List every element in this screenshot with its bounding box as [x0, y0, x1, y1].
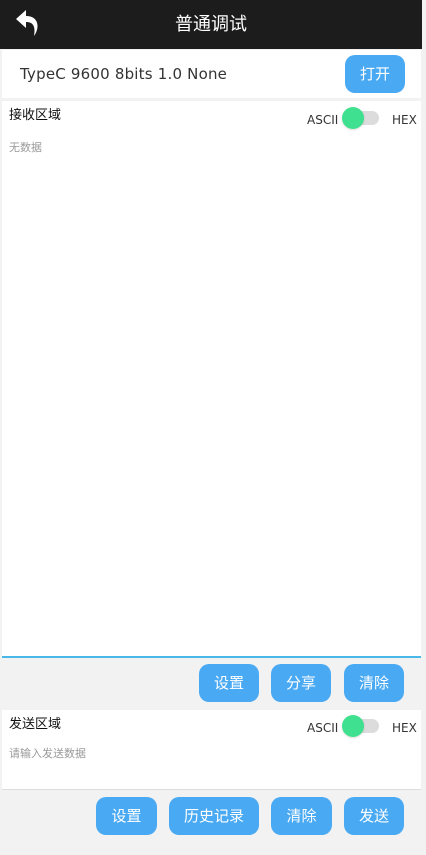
send-input[interactable]: 请输入发送数据	[9, 745, 86, 761]
send-settings-button[interactable]: 设置	[96, 797, 157, 835]
receive-toggle-knob	[342, 107, 364, 129]
receive-empty-text: 无数据	[9, 141, 42, 154]
receive-settings-button[interactable]: 设置	[199, 664, 259, 702]
send-button[interactable]: 发送	[344, 797, 404, 835]
title-bar: 普通调试	[0, 0, 422, 49]
send-area[interactable]: 发送区域 ASCII HEX 请输入发送数据	[2, 710, 421, 790]
receive-mode-ascii-label: ASCII	[307, 113, 339, 127]
receive-clear-button[interactable]: 清除	[344, 664, 404, 702]
page-title: 普通调试	[175, 14, 247, 35]
port-bar: TypeC 9600 8bits 1.0 None 打开	[2, 50, 421, 98]
send-toggle-knob	[342, 715, 364, 737]
send-mode-hex-label: HEX	[392, 721, 417, 735]
send-mode-ascii-label: ASCII	[307, 721, 339, 735]
receive-area-title: 接收区域	[9, 108, 62, 123]
open-port-button[interactable]: 打开	[345, 55, 405, 93]
receive-mode-hex-label: HEX	[392, 113, 417, 127]
receive-area[interactable]: 接收区域 ASCII HEX 无数据	[2, 101, 421, 658]
history-button[interactable]: 历史记录	[169, 797, 259, 835]
port-settings-summary[interactable]: TypeC 9600 8bits 1.0 None	[20, 50, 227, 98]
send-clear-button[interactable]: 清除	[271, 797, 332, 835]
share-button[interactable]: 分享	[271, 664, 331, 702]
send-area-title: 发送区域	[9, 717, 62, 732]
